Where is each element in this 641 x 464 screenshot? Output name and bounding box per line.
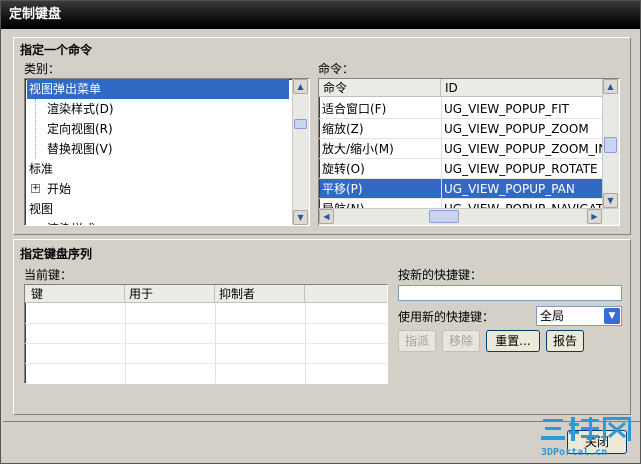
category-item[interactable]: + 开始: [27, 179, 289, 199]
category-item-label: 视图: [29, 202, 54, 216]
current-keys-label: 当前键：: [24, 268, 73, 282]
scroll-up-icon[interactable]: ▲: [293, 79, 308, 94]
command-table[interactable]: 命令 ID 适合窗口(F) UG_VIEW_POPUP_FIT 缩放(Z) UG_VI…: [318, 78, 620, 226]
category-item-label: 渲染样式(D): [47, 102, 114, 116]
specify-command-title: 指定一个命令: [20, 43, 93, 57]
dropdown-arrow-icon[interactable]: ▼: [604, 308, 620, 324]
category-item[interactable]: 视图: [27, 199, 289, 219]
category-item[interactable]: 定向视图(R): [27, 119, 289, 139]
category-item[interactable]: 渲染样式(D): [27, 99, 289, 119]
command-id: UG_VIEW_POPUP_FIT: [444, 102, 569, 116]
new-shortcut-label: 按新的快捷键：: [398, 268, 483, 282]
use-shortcut-label: 使用新的快捷键：: [398, 310, 495, 324]
category-label: 类别：: [24, 62, 61, 76]
key-sequence-title: 指定键盘序列: [20, 247, 93, 261]
reset-button[interactable]: 重置...: [486, 330, 540, 352]
scope-value: 全局: [540, 309, 565, 323]
current-keys-table[interactable]: 键 用于 抑制者: [24, 284, 388, 384]
expand-plus-icon[interactable]: +: [31, 184, 40, 193]
grid-row-line: [25, 323, 387, 324]
command-id: UG_VIEW_POPUP_ZOOM_IN...: [444, 142, 602, 156]
column-divider: [441, 97, 442, 209]
command-vertical-scrollbar[interactable]: ▲ ▼: [602, 79, 619, 208]
scroll-up-icon[interactable]: ▲: [603, 79, 618, 94]
key-column-header[interactable]: 键: [25, 285, 125, 303]
command-id: UG_VIEW_POPUP_ROTATE: [444, 162, 598, 176]
dialog-title: 定制键盘: [1, 1, 640, 29]
command-row[interactable]: 适合窗口(F) UG_VIEW_POPUP_FIT: [320, 99, 602, 119]
remove-button[interactable]: 移除: [442, 330, 480, 352]
category-item-label: 替换视图(V): [47, 142, 113, 156]
command-name: 放大/缩小(M): [322, 142, 394, 156]
category-item[interactable]: 标准: [27, 159, 289, 179]
used-for-column-header[interactable]: 用于: [125, 285, 215, 303]
command-name: 平移(P): [322, 182, 363, 196]
scroll-right-icon[interactable]: ▶: [587, 209, 602, 224]
assign-button[interactable]: 指派: [398, 330, 436, 352]
category-item-label: 标准: [29, 162, 54, 176]
category-vertical-scrollbar[interactable]: ▲ ▼: [292, 79, 309, 225]
grid-row-line: [25, 363, 387, 364]
new-shortcut-input[interactable]: [398, 285, 622, 301]
scope-select[interactable]: 全局 ▼: [536, 306, 622, 326]
command-row[interactable]: 平移(P) UG_VIEW_POPUP_PAN: [320, 179, 602, 199]
command-label: 命令：: [318, 62, 355, 76]
category-item[interactable]: 视图弹出菜单: [27, 79, 289, 99]
scroll-thumb[interactable]: [604, 137, 617, 153]
report-button[interactable]: 报告: [546, 330, 584, 352]
command-horizontal-scrollbar[interactable]: ◀ ▶: [319, 208, 619, 225]
category-item-label: 渲染样式: [47, 222, 95, 225]
category-item[interactable]: 替换视图(V): [27, 139, 289, 159]
scroll-down-icon[interactable]: ▼: [293, 210, 308, 225]
category-item-label: 定向视图(R): [47, 122, 113, 136]
command-id: UG_VIEW_POPUP_ZOOM: [444, 122, 589, 136]
scroll-down-icon[interactable]: ▼: [603, 193, 618, 208]
specify-command-group: 指定一个命令 类别： 命令： 视图弹出菜单渲染样式(D) 定向视图(R) 替换视图(…: [13, 37, 631, 235]
command-name: 适合窗口(F): [322, 102, 387, 116]
command-name: 旋转(O): [322, 162, 365, 176]
suppressed-by-column-header[interactable]: 抑制者: [215, 285, 305, 303]
empty-column-header: [305, 285, 387, 303]
watermark-subtext: 3DPortal.cn: [541, 447, 607, 458]
category-tree[interactable]: 视图弹出菜单渲染样式(D) 定向视图(R) 替换视图(V) 标准 + 开始视图渲染样式 ▲…: [24, 78, 310, 226]
scroll-thumb[interactable]: [294, 119, 307, 129]
command-row[interactable]: 缩放(Z) UG_VIEW_POPUP_ZOOM: [320, 119, 602, 139]
command-name: 缩放(Z): [322, 122, 364, 136]
watermark-logo: 3DPortal.cn: [539, 413, 635, 459]
watermark-logo-icon: 3DPortal.cn: [541, 417, 631, 458]
grid-row-line: [25, 343, 387, 344]
command-row[interactable]: 旋转(O) UG_VIEW_POPUP_ROTATE: [320, 159, 602, 179]
id-column-header[interactable]: ID: [441, 79, 603, 97]
key-sequence-group: 指定键盘序列 当前键： 键 用于 抑制者 按新的快捷键： 使用新的快捷键： 全局…: [13, 239, 631, 415]
command-row[interactable]: 放大/缩小(M) UG_VIEW_POPUP_ZOOM_IN...: [320, 139, 602, 159]
category-item-label: 视图弹出菜单: [29, 82, 102, 96]
scroll-thumb[interactable]: [429, 210, 459, 223]
customize-keyboard-dialog: 定制键盘 指定一个命令 类别： 命令： 视图弹出菜单渲染样式(D) 定向视图(R)…: [0, 0, 641, 464]
category-item-label: 开始: [47, 182, 72, 196]
category-item[interactable]: 渲染样式: [27, 219, 289, 225]
command-column-header[interactable]: 命令: [319, 79, 441, 97]
command-id: UG_VIEW_POPUP_PAN: [444, 182, 575, 196]
scroll-left-icon[interactable]: ◀: [319, 209, 334, 224]
